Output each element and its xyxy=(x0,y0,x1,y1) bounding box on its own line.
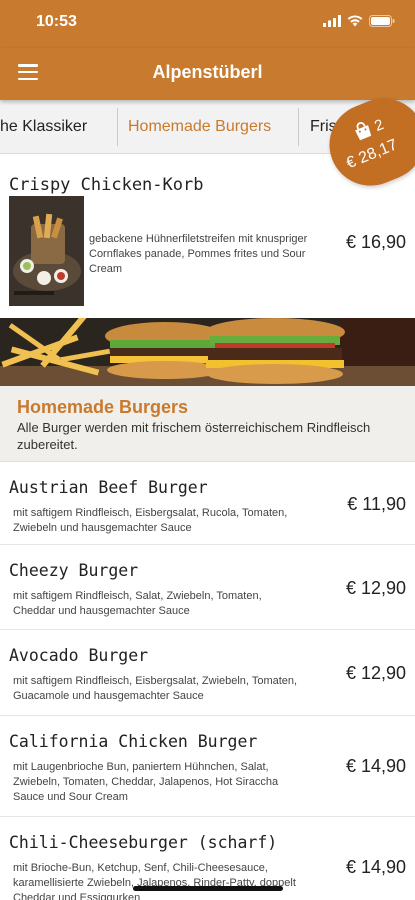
menu-item-avocado-burger[interactable]: Avocado Burger mit saftigem Rindfleisch,… xyxy=(0,630,415,716)
status-time: 10:53 xyxy=(36,13,77,30)
menu-item-description: mit saftigem Rindfleisch, Salat, Zwiebel… xyxy=(13,590,262,617)
shopping-bag-icon xyxy=(355,121,372,141)
featured-item-description: gebackene Hühnerfiletstreifen mit knuspr… xyxy=(89,233,308,275)
menu-item-description: mit Brioche-Bun, Ketchup, Senf, Chili-Ch… xyxy=(13,862,296,900)
cart-total: € 28,17 xyxy=(343,136,400,173)
menu-item-description: mit Laugenbrioche Bun, paniertem Hühnche… xyxy=(13,761,279,803)
category-divider xyxy=(117,108,118,146)
battery-icon xyxy=(369,15,395,27)
app-bar: Alpenstüberl xyxy=(0,48,415,100)
menu-item-cheezy-burger[interactable]: Cheezy Burger mit saftigem Rindfleisch, … xyxy=(0,545,415,630)
section-description: Alle Burger werden mit frischem österrei… xyxy=(17,420,371,452)
menu-item-name: California Chicken Burger xyxy=(9,732,258,751)
menu-item-name: Cheezy Burger xyxy=(9,561,139,580)
menu-item-price: € 14,90 xyxy=(345,756,406,776)
menu-item-price: € 12,90 xyxy=(345,578,406,598)
featured-item-photo xyxy=(9,196,84,306)
menu-item-name: Avocado Burger xyxy=(9,646,149,665)
app-title: Alpenstüberl xyxy=(152,62,263,82)
section-header: Homemade Burgers Alle Burger werden mit … xyxy=(0,386,415,462)
chicken-basket-image xyxy=(9,196,84,306)
section-title: Homemade Burgers xyxy=(17,397,189,417)
category-divider xyxy=(298,108,299,146)
system-icons xyxy=(323,15,395,27)
featured-item-price: € 16,90 xyxy=(345,232,406,252)
burger-banner-image xyxy=(0,318,415,386)
menu-item-name: Austrian Beef Burger xyxy=(9,478,208,497)
wifi-icon xyxy=(347,15,363,27)
menu-item-price: € 14,90 xyxy=(345,857,406,877)
menu-item-description: mit saftigem Rindfleisch, Eisbergsalat, … xyxy=(13,675,298,702)
category-tab-homemade-burgers[interactable]: Homemade Burgers xyxy=(128,118,271,136)
signal-icon xyxy=(323,15,341,27)
category-tab-klassiker[interactable]: che Klassiker xyxy=(0,118,87,136)
menu-item-name: Chili-Cheeseburger (scharf) xyxy=(9,833,278,852)
menu-item-description: mit saftigem Rindfleisch, Eisbergsalat, … xyxy=(13,507,288,534)
status-bar: 10:53 xyxy=(0,0,415,48)
menu-item-price: € 12,90 xyxy=(345,663,406,683)
menu-item-california-chicken-burger[interactable]: California Chicken Burger mit Laugenbrio… xyxy=(0,716,415,817)
menu-item-price: € 11,90 xyxy=(347,494,406,514)
menu-item-austrian-beef-burger[interactable]: Austrian Beef Burger mit saftigem Rindfl… xyxy=(0,462,415,545)
cart-count: 2 xyxy=(372,116,387,135)
home-indicator[interactable] xyxy=(133,886,283,891)
featured-item-name: Crispy Chicken-Korb xyxy=(9,175,204,195)
